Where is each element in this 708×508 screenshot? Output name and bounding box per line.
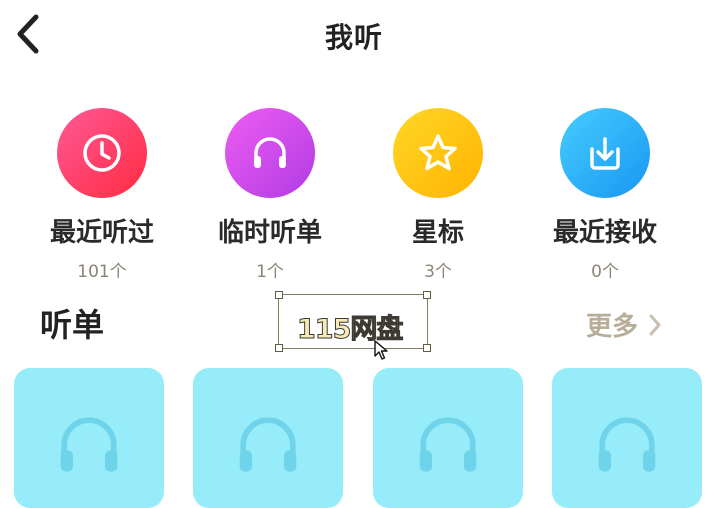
recent-played-count: 101个: [77, 262, 127, 282]
resize-handle[interactable]: [423, 344, 431, 352]
page-title: 我听: [324, 21, 383, 54]
star-icon: [419, 134, 457, 171]
quick-entry-starred[interactable]: 星标 3个: [368, 108, 508, 282]
playlist-cards: [0, 368, 708, 508]
header-bar: 我听: [0, 0, 708, 72]
playlist-card[interactable]: [14, 368, 164, 508]
playlist-card[interactable]: [373, 368, 523, 508]
headphones-icon: [419, 417, 477, 472]
more-link[interactable]: 更多: [586, 306, 666, 343]
headphones-icon: [239, 417, 297, 472]
download-icon: [590, 137, 620, 170]
playlist-section-title: 听单: [40, 306, 105, 344]
playlist-card[interactable]: [552, 368, 702, 508]
chevron-right-icon: [649, 314, 661, 335]
quick-entry-temp-playlist[interactable]: 临时听单 1个: [200, 108, 340, 282]
headphones-icon: [60, 417, 118, 472]
headphones-icon: [254, 137, 286, 168]
recent-received-count: 0个: [591, 262, 619, 282]
starred-count: 3个: [424, 262, 452, 282]
more-label: 更多: [585, 312, 638, 342]
playlist-card[interactable]: [193, 368, 343, 508]
resize-handle[interactable]: [423, 291, 431, 299]
recent-played-label: 最近听过: [49, 218, 154, 248]
mouse-cursor-icon: [374, 340, 388, 360]
temp-playlist-label: 临时听单: [217, 218, 322, 248]
quick-entry-recent-received[interactable]: 最近接收 0个: [535, 108, 675, 282]
temp-playlist-icon-circle: [225, 108, 315, 198]
recent-received-icon-circle: [560, 108, 650, 198]
quick-entry-recent-played[interactable]: 最近听过 101个: [32, 108, 172, 282]
temp-playlist-count: 1个: [256, 262, 284, 282]
recent-played-icon-circle: [57, 108, 147, 198]
recent-received-label: 最近接收: [552, 218, 657, 248]
watermark-selection-box[interactable]: 115网盘: [275, 291, 431, 352]
quick-entry-row: 最近听过 101个 临时听单 1个 星标 3个 最近接收 0个: [0, 108, 708, 282]
clock-icon: [83, 134, 121, 172]
resize-handle[interactable]: [275, 344, 283, 352]
resize-handle[interactable]: [275, 291, 283, 299]
headphones-icon: [598, 417, 656, 472]
starred-label: 星标: [411, 218, 464, 248]
starred-icon-circle: [393, 108, 483, 198]
